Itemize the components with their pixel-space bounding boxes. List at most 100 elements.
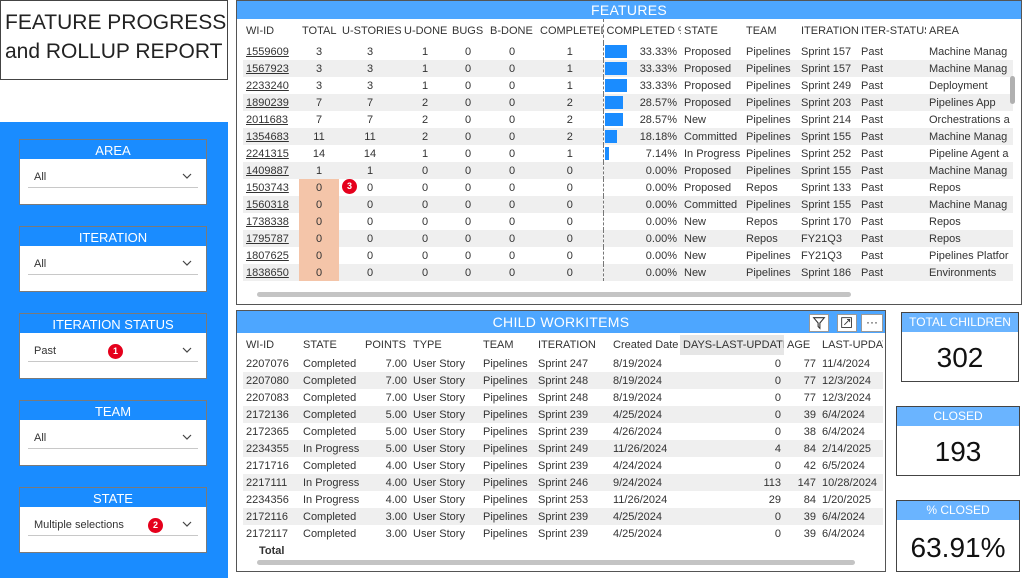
feature-wi-id-link[interactable]: 1567923 [243, 60, 299, 77]
features-cell: 0 [449, 264, 487, 281]
features-row[interactable]: 1738338 0 0 0 0 0 0 0.00% New Repos Sprint 170 Past… [243, 213, 1013, 230]
child-col-header[interactable]: Created Date [610, 335, 680, 355]
features-col-header[interactable]: TOTAL [299, 19, 339, 43]
child-row[interactable]: 2172136 Completed 5.00 User Story Pipelines S… [243, 406, 883, 423]
features-row[interactable]: 2241315 14 14 1 0 0 1 7.14% In Progress Pipelines… [243, 145, 1013, 162]
feature-wi-id-link[interactable]: 1503743 [243, 179, 299, 196]
child-col-header[interactable]: TYPE [410, 335, 480, 355]
features-col-header[interactable]: COMPLETED [537, 19, 603, 43]
features-col-header[interactable]: BUGS [449, 19, 487, 43]
features-vertical-scrollbar[interactable] [1010, 76, 1015, 104]
features-cell: 0 [487, 94, 537, 111]
features-col-header[interactable]: STATE [681, 19, 743, 43]
features-row[interactable]: 1838650 0 0 0 0 0 0 0.00% New Pipelines Sprint 186… [243, 264, 1013, 281]
iteration-status-dropdown[interactable]: Past 1 [28, 340, 198, 362]
child-row[interactable]: 2207076 Completed 7.00 User Story Pipelines S… [243, 355, 883, 372]
team-dropdown[interactable]: All [28, 427, 198, 449]
child-cell: 5.00 [362, 440, 410, 457]
features-row[interactable]: 1567923 3 3 1 0 0 1 33.33% Proposed Pipelines Spri… [243, 60, 1013, 77]
features-col-header[interactable]: B-DONE [487, 19, 537, 43]
features-row[interactable]: 1795787 0 0 0 0 0 0 0.00% New Repos FY21Q3 Past Repo… [243, 230, 1013, 247]
child-row[interactable]: 2234355 In Progress 5.00 User Story Pipeline… [243, 440, 883, 457]
features-col-header[interactable]: WI-ID [243, 19, 299, 43]
area-slicer: AREA All [19, 139, 207, 205]
child-col-header[interactable]: AGE [784, 335, 819, 355]
completed-pct-label: 33.33% [639, 45, 677, 58]
child-col-header[interactable]: TEAM [480, 335, 535, 355]
features-row[interactable]: 1503743 0 0 0 0 0 0 0.00% Proposed Repos Sprint 13… [243, 179, 1013, 196]
more-options-icon[interactable]: ··· [861, 314, 883, 332]
features-cell: 1 [339, 162, 401, 179]
child-col-header[interactable]: STATE [300, 335, 362, 355]
features-cell: Pipelines Platfor [929, 249, 1009, 262]
state-dropdown[interactable]: Multiple selections 2 [28, 514, 198, 536]
child-cell: Completed [300, 508, 362, 525]
features-row[interactable]: 1354683 11 11 2 0 0 2 18.18% Committed Pipelines S… [243, 128, 1013, 145]
child-row[interactable]: 2234356 In Progress 4.00 User Story Pipeline… [243, 491, 883, 508]
features-row[interactable]: 1890239 7 7 2 0 0 2 28.57% Proposed Pipelines Spri… [243, 94, 1013, 111]
child-col-header[interactable]: DAYS-LAST-UPDATE [680, 335, 784, 355]
feature-wi-id-link[interactable]: 2233240 [243, 77, 299, 94]
features-cell: 2 [421, 113, 429, 126]
child-col-header[interactable]: WI-ID [243, 335, 300, 355]
features-cell: 1 [566, 45, 573, 58]
child-row[interactable]: 2172365 Completed 5.00 User Story Pipelines S… [243, 423, 883, 440]
features-col-header[interactable]: ITER-STATUS [858, 19, 926, 43]
features-cell: 0 [487, 264, 537, 281]
child-cell: 0 [680, 372, 784, 389]
area-dropdown[interactable]: All [28, 166, 198, 188]
iteration-dropdown[interactable]: All [28, 253, 198, 275]
child-row[interactable]: 2207080 Completed 7.00 User Story Pipelines S… [243, 372, 883, 389]
child-cell: 2207083 [246, 391, 289, 404]
features-col-header[interactable]: TEAM [743, 19, 798, 43]
features-horizontal-scrollbar[interactable] [257, 292, 851, 297]
child-cell: 39 [784, 508, 819, 525]
features-row[interactable]: 1807625 0 0 0 0 0 0 0.00% New Pipelines FY21Q3 Past… [243, 247, 1013, 264]
child-col-header[interactable]: POINTS [362, 335, 410, 355]
feature-wi-id-link[interactable]: 1838650 [243, 264, 299, 281]
features-cell: 3 [315, 79, 323, 92]
child-horizontal-scrollbar[interactable] [257, 560, 855, 565]
filter-icon[interactable] [809, 314, 829, 332]
feature-wi-id-link[interactable]: 1807625 [243, 247, 299, 264]
features-cell: 0 [299, 247, 339, 264]
features-row[interactable]: 2011683 7 7 2 0 0 2 28.57% New Pipelines Sprint 21… [243, 111, 1013, 128]
features-row[interactable]: 1560318 0 0 0 0 0 0 0.00% Committed Pipelines Spri… [243, 196, 1013, 213]
feature-wi-id-link[interactable]: 1354683 [243, 128, 299, 145]
features-cell: 0 [487, 60, 537, 77]
feature-wi-id-link[interactable]: 2241315 [243, 145, 299, 162]
feature-wi-id-link[interactable]: 1560318 [243, 196, 299, 213]
completed-pct-bar [604, 79, 627, 92]
features-col-header[interactable]: ITERATION [798, 19, 858, 43]
feature-wi-id-link[interactable]: 1890239 [243, 94, 299, 111]
child-row[interactable]: 2207083 Completed 7.00 User Story Pipelines S… [243, 389, 883, 406]
child-row[interactable]: 2217111 In Progress 4.00 User Story Pipeline… [243, 474, 883, 491]
features-col-header[interactable]: COMPLETED % [602, 19, 681, 43]
features-row[interactable]: 1409887 1 1 0 0 0 0 0.00% Proposed Pipelines Sprin… [243, 162, 1013, 179]
focus-mode-icon[interactable] [837, 314, 857, 332]
features-cell: 3 [339, 60, 401, 77]
chevron-down-icon [182, 434, 192, 440]
features-row[interactable]: 2233240 3 3 1 0 0 1 33.33% Proposed Pipelines Spri… [243, 77, 1013, 94]
features-col-header[interactable]: AREA [926, 19, 1013, 43]
features-row[interactable]: 1559609 3 3 1 0 0 1 33.33% Proposed Pipelines Spri… [243, 43, 1013, 60]
child-row[interactable]: 2172117 Completed 3.00 User Story Pipelines S… [243, 525, 883, 542]
feature-wi-id-link[interactable]: 1559609 [243, 43, 299, 60]
completed-pct-label: 33.33% [639, 62, 677, 75]
percent-closed-title: % CLOSED [897, 501, 1019, 520]
features-col-header[interactable]: U-DONE [401, 19, 449, 43]
child-row[interactable]: 2171716 Completed 4.00 User Story Pipelines S… [243, 457, 883, 474]
features-cell: Pipeline Agent a [929, 147, 1009, 160]
child-row[interactable]: 2172116 Completed 3.00 User Story Pipelines S… [243, 508, 883, 525]
feature-wi-id-link[interactable]: 1409887 [243, 162, 299, 179]
feature-wi-id-link[interactable]: 2011683 [243, 111, 299, 128]
features-cell: 0 [464, 45, 472, 58]
feature-wi-id-link[interactable]: 1738338 [243, 213, 299, 230]
features-col-header[interactable]: U-STORIES [339, 19, 401, 43]
child-cell: 4.00 [362, 474, 410, 491]
report-title-line1: FEATURE PROGRESS [5, 11, 227, 34]
child-col-header[interactable]: ITERATION [535, 335, 610, 355]
child-col-header[interactable]: LAST-UPDAT [819, 335, 883, 355]
total-children-card: TOTAL CHILDREN 302 [901, 312, 1019, 382]
feature-wi-id-link[interactable]: 1795787 [243, 230, 299, 247]
